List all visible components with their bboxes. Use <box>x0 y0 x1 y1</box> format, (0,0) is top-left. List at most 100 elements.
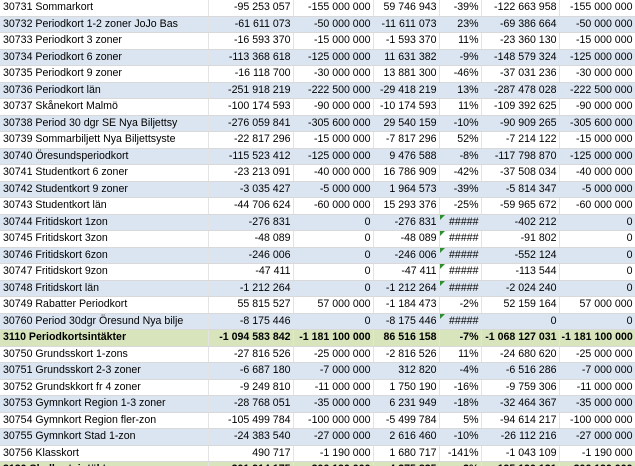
deviation-cell[interactable]: -246 006 <box>373 247 440 264</box>
prior-budget-cell[interactable]: -11 000 000 <box>559 379 635 396</box>
prior-budget-cell[interactable]: -1 181 100 000 <box>559 329 635 347</box>
deviation-percent-cell[interactable]: -141% <box>439 445 482 462</box>
deviation-percent-cell[interactable]: ##### <box>439 247 482 264</box>
prior-year-cell[interactable]: -7 214 122 <box>481 131 560 149</box>
budget-cell[interactable]: 0 <box>293 214 374 231</box>
deviation-percent-cell[interactable]: -25% <box>439 197 482 215</box>
outcome-cell[interactable]: -16 118 700 <box>208 65 294 83</box>
budget-cell[interactable]: 57 000 000 <box>293 296 374 314</box>
prior-budget-cell[interactable]: -222 500 000 <box>559 82 635 99</box>
deviation-cell[interactable]: -276 831 <box>373 214 440 231</box>
budget-cell[interactable]: 0 <box>293 247 374 264</box>
deviation-percent-cell[interactable]: -16% <box>439 379 482 396</box>
account-name-cell[interactable]: 3120 Skolkortsintäkter <box>0 461 209 466</box>
deviation-percent-cell[interactable]: -18% <box>439 395 482 413</box>
deviation-percent-cell[interactable]: ##### <box>439 263 482 281</box>
prior-budget-cell[interactable]: -155 000 000 <box>559 0 635 17</box>
deviation-percent-cell[interactable]: 13% <box>439 82 482 99</box>
deviation-cell[interactable]: 16 786 909 <box>373 164 440 182</box>
outcome-cell[interactable]: 55 815 527 <box>208 296 294 314</box>
budget-cell[interactable]: -100 000 000 <box>293 412 374 429</box>
budget-cell[interactable]: -40 000 000 <box>293 164 374 182</box>
prior-budget-cell[interactable]: -50 000 000 <box>559 16 635 33</box>
outcome-cell[interactable]: -246 006 <box>208 247 294 264</box>
deviation-cell[interactable]: -1 212 264 <box>373 280 440 297</box>
outcome-cell[interactable]: -9 249 810 <box>208 379 294 396</box>
deviation-cell[interactable]: 1 680 717 <box>373 445 440 462</box>
outcome-cell[interactable]: -1 094 583 842 <box>208 329 294 347</box>
account-name-cell[interactable]: 30741 Studentkort 6 zoner <box>0 164 209 182</box>
prior-year-cell[interactable]: -5 814 347 <box>481 181 560 198</box>
budget-cell[interactable]: -206 190 000 <box>293 461 374 466</box>
prior-budget-cell[interactable]: 0 <box>559 247 635 264</box>
prior-year-cell[interactable]: -1 068 127 031 <box>481 329 560 347</box>
prior-year-cell[interactable]: 0 <box>481 313 560 330</box>
deviation-percent-cell[interactable]: 52% <box>439 131 482 149</box>
budget-cell[interactable]: -35 000 000 <box>293 395 374 413</box>
prior-budget-cell[interactable]: 0 <box>559 230 635 248</box>
deviation-percent-cell[interactable]: -8% <box>439 148 482 165</box>
outcome-cell[interactable]: -27 816 526 <box>208 346 294 363</box>
prior-budget-cell[interactable]: -305 600 000 <box>559 115 635 132</box>
outcome-cell[interactable]: -115 523 412 <box>208 148 294 165</box>
prior-budget-cell[interactable]: -7 000 000 <box>559 362 635 380</box>
outcome-cell[interactable]: -201 914 175 <box>208 461 294 466</box>
deviation-cell[interactable]: -48 089 <box>373 230 440 248</box>
outcome-cell[interactable]: -23 213 091 <box>208 164 294 182</box>
prior-year-cell[interactable]: -26 112 216 <box>481 428 560 446</box>
deviation-cell[interactable]: -8 175 446 <box>373 313 440 330</box>
prior-budget-cell[interactable]: -206 190 000 <box>559 461 635 466</box>
account-name-cell[interactable]: 30744 Fritidskort 1zon <box>0 214 209 231</box>
deviation-cell[interactable]: -29 418 219 <box>373 82 440 99</box>
outcome-cell[interactable]: -276 831 <box>208 214 294 231</box>
deviation-cell[interactable]: -7 817 296 <box>373 131 440 149</box>
deviation-percent-cell[interactable]: 23% <box>439 16 482 33</box>
prior-year-cell[interactable]: -32 464 367 <box>481 395 560 413</box>
deviation-percent-cell[interactable]: 11% <box>439 346 482 363</box>
outcome-cell[interactable]: -8 175 446 <box>208 313 294 330</box>
account-name-cell[interactable]: 30732 Periodkort 1-2 zoner JoJo Bas <box>0 16 209 33</box>
prior-budget-cell[interactable]: -35 000 000 <box>559 395 635 413</box>
budget-cell[interactable]: -1 190 000 <box>293 445 374 462</box>
deviation-cell[interactable]: 4 275 825 <box>373 461 440 466</box>
account-name-cell[interactable]: 30739 Sommarbiljett Nya Biljettsyste <box>0 131 209 149</box>
outcome-cell[interactable]: -251 918 219 <box>208 82 294 99</box>
account-name-cell[interactable]: 30745 Fritidskort 3zon <box>0 230 209 248</box>
account-name-cell[interactable]: 30751 Grundsskort 2-3 zoner <box>0 362 209 380</box>
prior-year-cell[interactable]: -113 544 <box>481 263 560 281</box>
deviation-cell[interactable]: 15 293 376 <box>373 197 440 215</box>
account-name-cell[interactable]: 30755 Gymnkort Stad 1-zon <box>0 428 209 446</box>
budget-cell[interactable]: 0 <box>293 263 374 281</box>
prior-year-cell[interactable]: -9 759 306 <box>481 379 560 396</box>
account-name-cell[interactable]: 30738 Period 30 dgr SE Nya Biljettsy <box>0 115 209 132</box>
deviation-percent-cell[interactable]: -42% <box>439 164 482 182</box>
budget-cell[interactable]: -11 000 000 <box>293 379 374 396</box>
deviation-percent-cell[interactable]: -4% <box>439 362 482 380</box>
prior-year-cell[interactable]: -2 024 240 <box>481 280 560 297</box>
deviation-cell[interactable]: -2 816 526 <box>373 346 440 363</box>
prior-budget-cell[interactable]: -25 000 000 <box>559 346 635 363</box>
prior-year-cell[interactable]: -94 614 217 <box>481 412 560 429</box>
prior-year-cell[interactable]: -148 579 324 <box>481 49 560 66</box>
deviation-cell[interactable]: -47 411 <box>373 263 440 281</box>
prior-budget-cell[interactable]: -15 000 000 <box>559 131 635 149</box>
prior-year-cell[interactable]: -1 043 109 <box>481 445 560 462</box>
budget-cell[interactable]: -90 000 000 <box>293 98 374 116</box>
deviation-percent-cell[interactable]: -2% <box>439 461 482 466</box>
account-name-cell[interactable]: 30733 Periodkort 3 zoner <box>0 32 209 50</box>
deviation-cell[interactable]: 312 820 <box>373 362 440 380</box>
account-name-cell[interactable]: 3110 Periodkortsintäkter <box>0 329 209 347</box>
prior-year-cell[interactable]: -91 802 <box>481 230 560 248</box>
deviation-percent-cell[interactable]: -9% <box>439 49 482 66</box>
budget-cell[interactable]: -60 000 000 <box>293 197 374 215</box>
prior-budget-cell[interactable]: -125 000 000 <box>559 49 635 66</box>
account-name-cell[interactable]: 30734 Periodkort 6 zoner <box>0 49 209 66</box>
deviation-cell[interactable]: 29 540 159 <box>373 115 440 132</box>
outcome-cell[interactable]: -1 212 264 <box>208 280 294 297</box>
outcome-cell[interactable]: 490 717 <box>208 445 294 462</box>
budget-cell[interactable]: -50 000 000 <box>293 16 374 33</box>
prior-year-cell[interactable]: -37 508 034 <box>481 164 560 182</box>
account-name-cell[interactable]: 30735 Periodkort 9 zoner <box>0 65 209 83</box>
prior-year-cell[interactable]: -287 478 028 <box>481 82 560 99</box>
outcome-cell[interactable]: -24 383 540 <box>208 428 294 446</box>
